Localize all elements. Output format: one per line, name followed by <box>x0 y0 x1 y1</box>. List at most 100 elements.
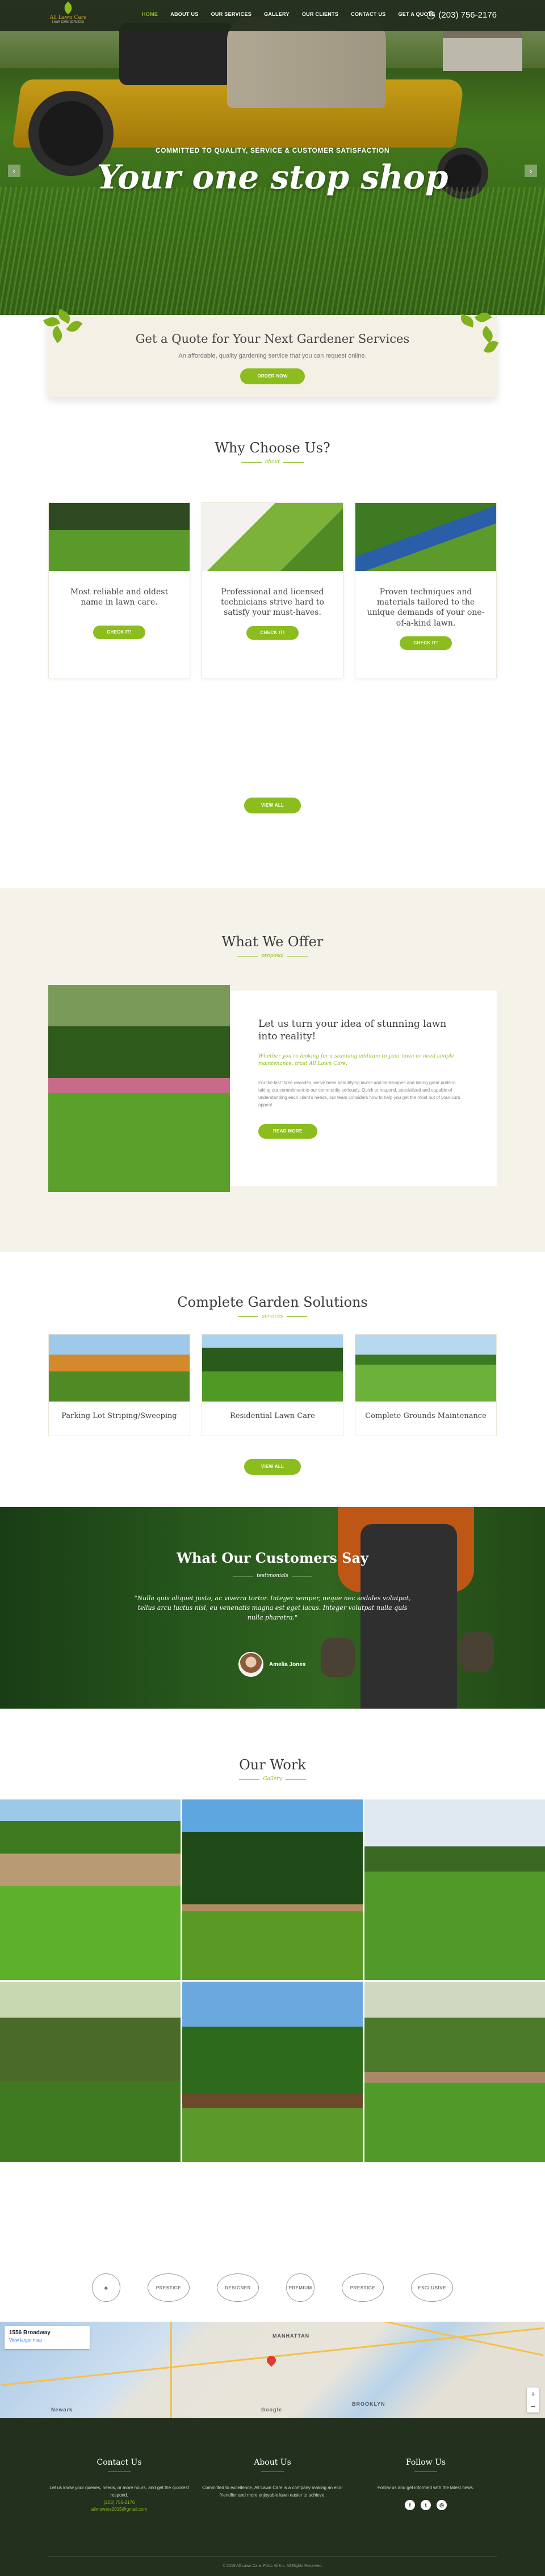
hero-kicker: COMMITTED TO QUALITY, SERVICE & CUSTOMER… <box>155 146 390 154</box>
gallery-image[interactable] <box>182 1799 363 1980</box>
map-address: 1556 Broadway <box>9 2330 51 2336</box>
avatar <box>238 1652 263 1677</box>
footer-about-title: About Us <box>254 2458 291 2467</box>
main-nav: HOME ABOUT US OUR SERVICES GALLERY OUR C… <box>142 11 435 17</box>
site-header: All Lawn Care LAWN CARE SERVICES HOME AB… <box>0 0 545 31</box>
site-logo[interactable]: All Lawn Care LAWN CARE SERVICES <box>48 1 88 27</box>
facebook-icon[interactable]: f <box>405 2499 415 2510</box>
check-it-button[interactable]: CHECK IT! <box>246 626 299 640</box>
partner-logo: PRESTIGE <box>342 2273 384 2302</box>
testimonial-author: Amelia Jones <box>238 1652 305 1677</box>
quote-section: Get a Quote for Your Next Gardener Servi… <box>0 308 545 431</box>
services-view-all-button[interactable]: VIEW ALL <box>244 1459 301 1475</box>
hero-headline: Your one stop shop <box>97 158 448 196</box>
testimonials-subtitle: testimonials <box>0 1573 545 1579</box>
partner-logo: EXCLUSIVE <box>411 2273 453 2302</box>
leaf-logo-icon <box>61 1 75 15</box>
partner-logo: DESIGNER <box>217 2273 259 2302</box>
check-it-button[interactable]: CHECK IT! <box>400 636 452 650</box>
partner-logo-diamond-icon: ◆ <box>92 2273 120 2302</box>
phone-number: (203) 756-2176 <box>438 10 497 20</box>
footer-follow-text: Follow us and get informed with the late… <box>377 2485 475 2490</box>
slider-next-button[interactable]: › <box>525 165 537 177</box>
services-section: Complete Garden Solutions services Parki… <box>0 1252 545 1507</box>
offer-emphasis: Whether you're looking for a stunning ad… <box>258 1054 455 1067</box>
offer-section: What We Offer proposal Let us turn your … <box>0 888 545 1252</box>
footer-about: About Us Committed to excellence, All La… <box>199 2458 346 2499</box>
nav-item-services[interactable]: OUR SERVICES <box>211 11 251 17</box>
testimonials-title: What Our Customers Say <box>177 1550 368 1566</box>
order-now-button[interactable]: ORDER NOW <box>240 368 305 384</box>
footer-contact: Contact Us Let us know your queries, nee… <box>45 2458 193 2514</box>
map-label: MANHATTAN <box>272 2333 310 2339</box>
gallery-image[interactable] <box>0 1982 181 2162</box>
pruning-shears-photo <box>202 503 343 571</box>
twitter-icon[interactable]: t <box>421 2499 431 2510</box>
logo-tagline: LAWN CARE SERVICES <box>52 20 85 24</box>
grounds-photo <box>355 1335 496 1402</box>
footer-follow-title: Follow Us <box>405 2458 446 2467</box>
slider-prev-button[interactable]: ‹ <box>8 165 20 177</box>
location-map[interactable]: 1556 Broadway View larger map MANHATTAN … <box>0 2322 545 2418</box>
why-card: Most reliable and oldest name in lawn ca… <box>48 502 190 678</box>
footer-about-text: Committed to excellence, All Lawn Care i… <box>202 2485 343 2498</box>
testimonials-section: What Our Customers Say testimonials "Nul… <box>0 1507 545 1709</box>
nav-item-gallery[interactable]: GALLERY <box>264 11 290 17</box>
gallery-grid <box>0 1799 545 2162</box>
gallery-image[interactable] <box>364 1982 545 2162</box>
phone-icon: ✆ <box>427 11 435 19</box>
leaf-decoration-right <box>454 309 500 356</box>
residential-lawn-photo <box>202 1335 343 1402</box>
quote-subtitle: An affordable, quality gardening service… <box>178 353 367 359</box>
footer-email[interactable]: allmowers2015@gmail.com <box>45 2506 193 2514</box>
map-zoom-control[interactable]: + − <box>527 2388 539 2413</box>
partner-logos: ◆ PRESTIGE DESIGNER PREMIUM PRESTIGE EXC… <box>0 2254 545 2322</box>
check-it-button[interactable]: CHECK IT! <box>93 626 145 639</box>
map-label: Newark <box>51 2407 73 2413</box>
quote-card: Get a Quote for Your Next Gardener Servi… <box>48 315 497 397</box>
why-card-text: Most reliable and oldest name in lawn ca… <box>70 588 169 607</box>
map-info-card: 1556 Broadway View larger map <box>5 2326 90 2349</box>
services-row: Parking Lot Striping/Sweeping Residentia… <box>48 1334 497 1436</box>
gallery-image[interactable] <box>0 1799 181 1980</box>
offer-panel: Let us turn your idea of stunning lawn i… <box>230 991 497 1186</box>
service-card[interactable]: Complete Grounds Maintenance <box>355 1334 497 1436</box>
service-card[interactable]: Residential Lawn Care <box>202 1334 343 1436</box>
leaf-decoration-left <box>43 308 90 351</box>
why-card: Proven techniques and materials tailored… <box>355 502 497 678</box>
mower-photo <box>49 503 190 571</box>
why-view-all-button[interactable]: VIEW ALL <box>244 798 301 813</box>
footer-contact-title: Contact Us <box>97 2458 142 2467</box>
service-label: Residential Lawn Care <box>230 1412 315 1420</box>
nav-item-home[interactable]: HOME <box>142 11 158 17</box>
nav-item-contact[interactable]: CONTACT US <box>351 11 385 17</box>
why-title: Why Choose Us? <box>215 440 330 456</box>
partner-logo: PREMIUM <box>286 2273 315 2302</box>
instagram-icon[interactable]: ◎ <box>437 2499 447 2510</box>
header-phone[interactable]: ✆ (203) 756-2176 <box>427 10 497 20</box>
gallery-image[interactable] <box>182 1982 363 2162</box>
service-card[interactable]: Parking Lot Striping/Sweeping <box>48 1334 190 1436</box>
offer-title: What We Offer <box>221 934 324 950</box>
map-label: BROOKLYN <box>352 2401 385 2407</box>
why-card-text: Professional and licensed technicians st… <box>221 588 324 618</box>
view-larger-map-link[interactable]: View larger map <box>9 2338 85 2343</box>
garden-photo <box>48 985 230 1192</box>
read-more-button[interactable]: READ MORE <box>258 1123 317 1139</box>
map-label: Google <box>261 2407 282 2413</box>
quote-title: Get a Quote for Your Next Gardener Servi… <box>135 332 410 346</box>
nav-item-clients[interactable]: OUR CLIENTS <box>302 11 338 17</box>
social-links: f t ◎ <box>352 2499 500 2510</box>
offer-heading: Let us turn your idea of stunning lawn i… <box>258 1018 447 1043</box>
gallery-image[interactable] <box>364 1799 545 1980</box>
why-card-text: Proven techniques and materials tailored… <box>367 588 485 628</box>
testimonial-quote: "Nulla quis aliquet justo, ac viverra to… <box>134 1595 411 1622</box>
nav-item-about[interactable]: ABOUT US <box>170 11 198 17</box>
parking-lot-photo <box>49 1335 190 1402</box>
why-card: Professional and licensed technicians st… <box>202 502 343 678</box>
partner-logo: PRESTIGE <box>148 2273 190 2302</box>
footer-contact-text: Let us know your queries, needs, or more… <box>49 2485 189 2498</box>
footer-phone[interactable]: (203) 756-2176 <box>45 2499 193 2507</box>
service-label: Complete Grounds Maintenance <box>365 1412 487 1420</box>
author-name: Amelia Jones <box>269 1661 306 1668</box>
